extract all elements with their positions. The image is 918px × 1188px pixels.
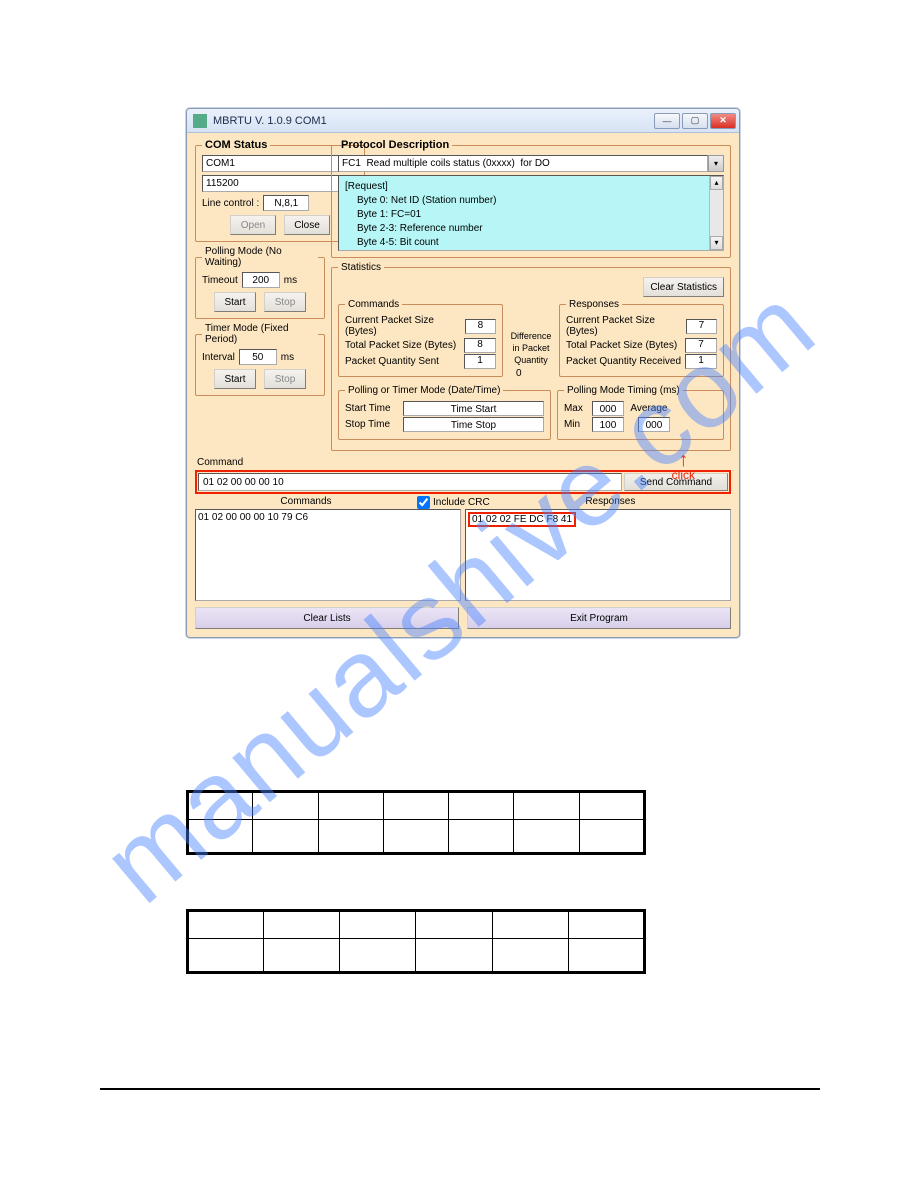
commands-stats-legend: Commands — [345, 299, 402, 310]
datetime-legend: Polling or Timer Mode (Date/Time) — [345, 385, 503, 396]
interval-input[interactable] — [239, 349, 277, 365]
exit-program-button[interactable]: Exit Program — [467, 607, 731, 629]
timing-legend: Polling Mode Timing (ms) — [564, 385, 683, 396]
timeout-label: Timeout — [202, 275, 238, 286]
rsp-pqr-value: 1 — [685, 354, 717, 369]
horizontal-rule — [100, 1088, 820, 1090]
rsp-tps-label: Total Packet Size (Bytes) — [566, 340, 677, 351]
responses-stats-legend: Responses — [566, 299, 622, 310]
request-frame-table — [186, 790, 646, 855]
titlebar[interactable]: MBRTU V. 1.0.9 COM1 — ▢ ✕ — [187, 109, 739, 133]
response-frame-table — [186, 909, 646, 974]
click-label: click — [672, 468, 695, 482]
open-button[interactable]: Open — [230, 215, 276, 235]
cmd-tps-label: Total Packet Size (Bytes) — [345, 340, 456, 351]
diff-value: 0 — [516, 368, 546, 379]
max-value: 000 — [592, 401, 624, 416]
timing-group: Polling Mode Timing (ms) Max000 Average … — [557, 385, 724, 440]
responses-stats-group: Responses Current Packet Size (Bytes)7 T… — [559, 299, 724, 377]
commands-list[interactable]: 01 02 00 00 00 10 79 C6 — [195, 509, 461, 601]
command-label: Command — [197, 457, 731, 468]
protocol-description-group: Protocol Description ▾ [Request] Byte 0:… — [331, 139, 731, 258]
cmd-cps-value: 8 — [465, 319, 496, 334]
timer-start-button[interactable]: Start — [214, 369, 256, 389]
list-item[interactable]: 01 02 00 00 00 10 79 C6 — [198, 512, 308, 523]
command-input[interactable] — [198, 473, 622, 491]
protocol-text-line: Byte 4-5: Bit count — [345, 236, 717, 250]
statistics-group: Statistics Clear Statistics Commands Cur… — [331, 262, 731, 451]
polling-mode-legend: Polling Mode (No Waiting) — [202, 246, 318, 268]
min-label: Min — [564, 419, 588, 430]
starttime-label: Start Time — [345, 403, 399, 414]
diff-label: in Packet — [512, 344, 549, 354]
starttime-value: Time Start — [403, 401, 544, 416]
app-icon — [193, 114, 207, 128]
rsp-cps-value: 7 — [686, 319, 717, 334]
interval-label: Interval — [202, 352, 235, 363]
arrow-up-icon: ↑ — [672, 452, 695, 468]
responses-list-label: Responses — [490, 496, 731, 509]
rsp-tps-value: 7 — [685, 338, 717, 353]
cmd-tps-value: 8 — [464, 338, 496, 353]
clear-statistics-button[interactable]: Clear Statistics — [643, 277, 724, 297]
close-port-button[interactable]: Close — [284, 215, 330, 235]
protocol-legend: Protocol Description — [338, 139, 452, 151]
scroll-down-icon[interactable]: ▾ — [710, 236, 723, 250]
document-tables — [186, 790, 646, 1028]
max-label: Max — [564, 403, 588, 414]
click-annotation: ↑ click — [672, 452, 695, 482]
protocol-text-line: Byte 1: FC=01 — [345, 208, 717, 222]
commands-stats-group: Commands Current Packet Size (Bytes)8 To… — [338, 299, 503, 377]
maximize-button[interactable]: ▢ — [682, 113, 708, 129]
min-value: 100 — [592, 417, 624, 432]
close-button[interactable]: ✕ — [710, 113, 736, 129]
cmd-cps-label: Current Packet Size (Bytes) — [345, 315, 465, 337]
interval-unit: ms — [281, 352, 294, 363]
responses-list[interactable]: 01 02 02 FE DC F8 41 — [465, 509, 731, 601]
scrollbar[interactable]: ▴▾ — [709, 176, 723, 250]
avg-value: 000 — [638, 417, 670, 432]
command-row-highlight: Send Command — [195, 470, 731, 494]
diff-label: Difference — [511, 332, 552, 342]
polling-mode-group: Polling Mode (No Waiting) Timeout ms Sta… — [195, 246, 325, 319]
protocol-text-area[interactable]: [Request] Byte 0: Net ID (Station number… — [338, 175, 724, 251]
cmd-pqs-value: 1 — [464, 354, 496, 369]
list-item[interactable]: 01 02 02 FE DC F8 41 — [468, 512, 576, 527]
timeout-unit: ms — [284, 275, 297, 286]
include-crc-checkbox[interactable] — [417, 496, 430, 509]
protocol-text-line: Byte 0: Net ID (Station number) — [345, 194, 717, 208]
line-control-label: Line control : — [202, 198, 259, 209]
timer-stop-button[interactable]: Stop — [264, 369, 306, 389]
diff-label: Quantity — [514, 356, 548, 366]
app-window: MBRTU V. 1.0.9 COM1 — ▢ ✕ COM Status ▾ ▾ — [186, 108, 740, 638]
line-control-input[interactable] — [263, 195, 309, 211]
com-status-legend: COM Status — [202, 139, 270, 151]
include-crc-label: Include CRC — [433, 497, 490, 508]
window-title: MBRTU V. 1.0.9 COM1 — [213, 115, 648, 127]
rsp-cps-label: Current Packet Size (Bytes) — [566, 315, 686, 337]
protocol-select[interactable] — [338, 155, 708, 172]
statistics-legend: Statistics — [338, 262, 384, 273]
timeout-input[interactable] — [242, 272, 280, 288]
polling-stop-button[interactable]: Stop — [264, 292, 306, 312]
com-port-select[interactable] — [202, 155, 342, 172]
clear-lists-button[interactable]: Clear Lists — [195, 607, 459, 629]
chevron-down-icon[interactable]: ▾ — [708, 155, 724, 172]
cmd-pqs-label: Packet Quantity Sent — [345, 356, 439, 367]
timer-mode-group: Timer Mode (Fixed Period) Interval ms St… — [195, 323, 325, 396]
stoptime-label: Stop Time — [345, 419, 399, 430]
commands-list-label: Commands — [195, 496, 417, 509]
scroll-up-icon[interactable]: ▴ — [710, 176, 723, 190]
rsp-pqr-label: Packet Quantity Received — [566, 356, 681, 367]
protocol-text-request: [Request] — [345, 180, 717, 194]
avg-label: Average — [628, 403, 670, 414]
minimize-button[interactable]: — — [654, 113, 680, 129]
timer-mode-legend: Timer Mode (Fixed Period) — [202, 323, 318, 345]
datetime-group: Polling or Timer Mode (Date/Time) Start … — [338, 385, 551, 440]
protocol-text-line: Byte 2-3: Reference number — [345, 222, 717, 236]
stoptime-value: Time Stop — [403, 417, 544, 432]
baud-rate-select[interactable] — [202, 175, 342, 192]
polling-start-button[interactable]: Start — [214, 292, 256, 312]
